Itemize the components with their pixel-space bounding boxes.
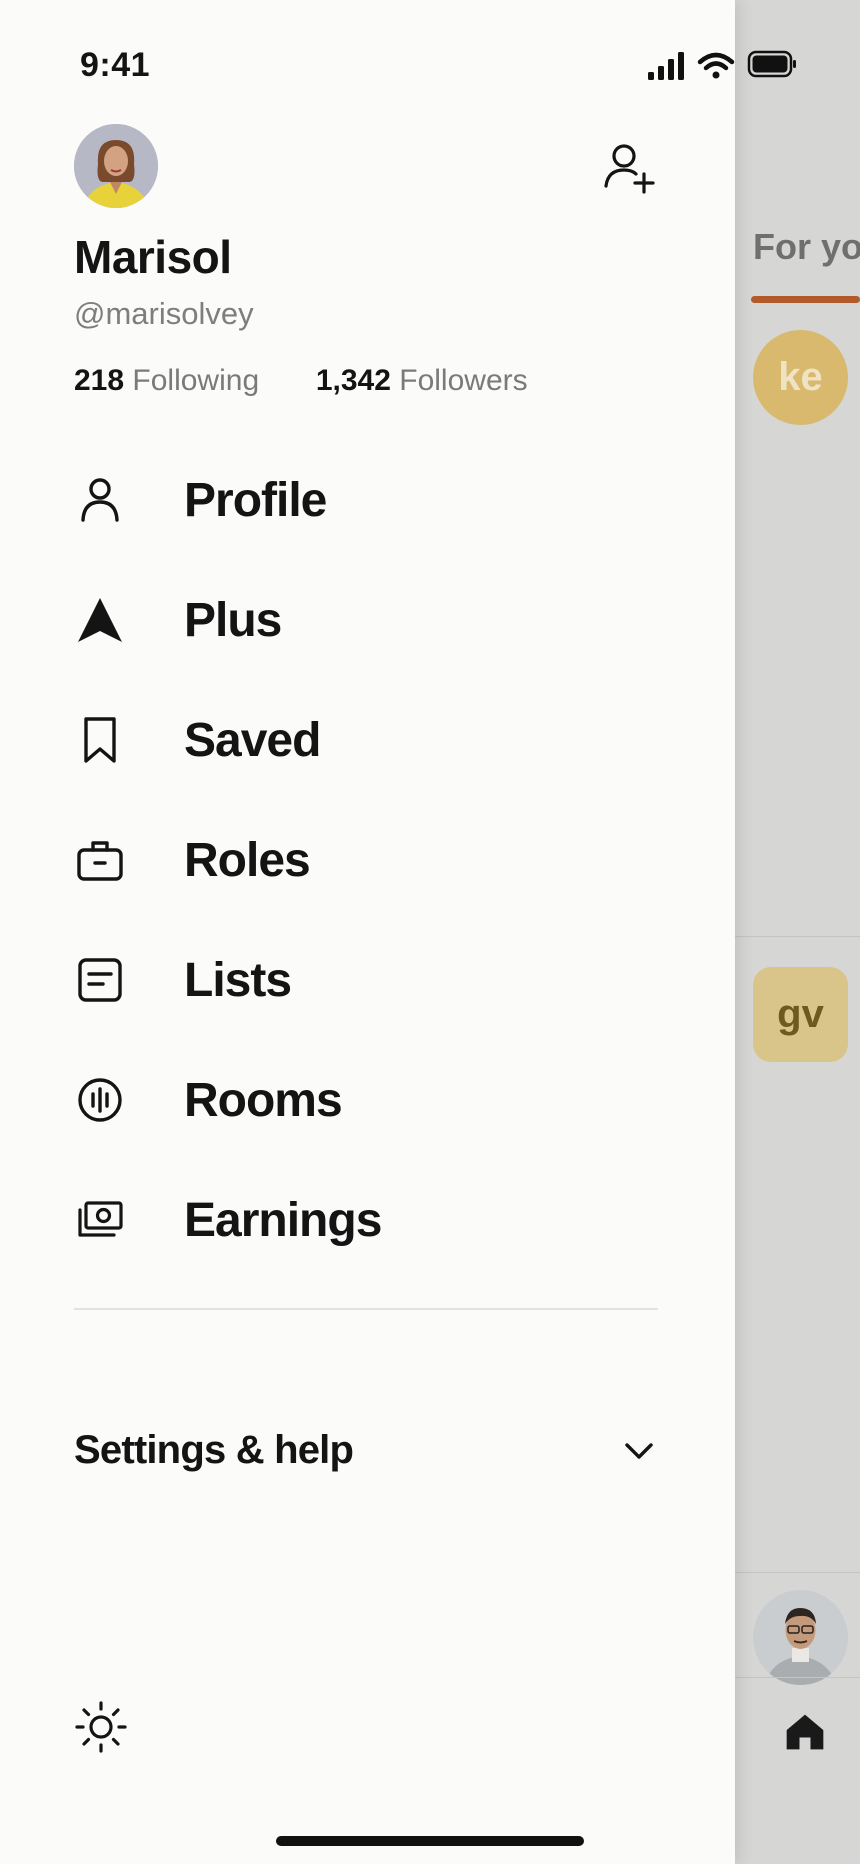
signal-icon	[648, 50, 796, 80]
status-icons	[648, 48, 798, 84]
sun-icon[interactable]	[74, 1700, 128, 1754]
bg-tab-underline	[751, 296, 860, 303]
arrow-icon	[76, 596, 124, 644]
bookmark-icon	[76, 716, 124, 764]
bg-divider	[735, 936, 860, 937]
menu-divider	[74, 1308, 658, 1310]
status-time: 9:41	[80, 46, 151, 84]
settings-and-help-toggle[interactable]: Settings & help	[74, 1420, 660, 1480]
screen: For yo ke gv 9:41 Marisol @marisolvey 21…	[0, 0, 860, 1864]
account-avatar[interactable]	[74, 124, 158, 208]
settings-and-help-label: Settings & help	[74, 1427, 354, 1472]
rooms-icon	[76, 1076, 124, 1124]
menu-label-lists: Lists	[184, 953, 292, 1007]
add-account-icon[interactable]	[600, 140, 656, 196]
navigation-drawer: 9:41 Marisol @marisolvey 218 Following 1…	[0, 0, 796, 1864]
user-handle: @marisolvey	[74, 296, 254, 331]
menu-item-profile[interactable]: Profile	[0, 440, 735, 560]
briefcase-icon	[76, 836, 124, 884]
menu-item-earnings[interactable]: Earnings	[0, 1160, 735, 1280]
background-timeline	[735, 0, 860, 1864]
followers-link[interactable]: 1,342 Followers	[316, 364, 528, 397]
home-icon[interactable]	[783, 1710, 827, 1754]
following-count: 218	[74, 364, 125, 397]
menu-item-plus[interactable]: Plus	[0, 560, 735, 680]
menu-label-saved: Saved	[184, 713, 321, 767]
bg-user-avatar[interactable]	[753, 1590, 848, 1685]
list-icon	[76, 956, 124, 1004]
chevron-down-icon	[622, 1434, 656, 1468]
menu-item-rooms[interactable]: Rooms	[0, 1040, 735, 1160]
followers-count: 1,342	[315, 364, 391, 397]
bg-avatar-gv[interactable]: gv	[753, 967, 848, 1062]
menu-label-roles: Roles	[184, 833, 311, 887]
bg-tab-for-you[interactable]: For yo	[753, 226, 860, 268]
follow-stats: 218 Following 1,342 Followers	[74, 364, 528, 398]
following-label: Following	[132, 364, 260, 397]
menu-label-profile: Profile	[184, 473, 327, 527]
bg-avatar-ke[interactable]: ke	[753, 330, 848, 425]
display-name[interactable]: Marisol	[74, 230, 232, 284]
menu-item-lists[interactable]: Lists	[0, 920, 735, 1040]
menu-label-rooms: Rooms	[184, 1073, 343, 1127]
money-icon	[76, 1196, 124, 1244]
menu-item-roles[interactable]: Roles	[0, 800, 735, 920]
followers-label: Followers	[399, 364, 528, 397]
drawer-menu: Profile Plus Saved Roles Lists Rooms Ear…	[0, 440, 735, 1280]
menu-item-saved[interactable]: Saved	[0, 680, 735, 800]
menu-label-earnings: Earnings	[184, 1193, 382, 1247]
person-icon	[76, 476, 124, 524]
bg-divider	[735, 1572, 860, 1573]
bg-divider	[735, 1677, 860, 1678]
home-indicator[interactable]	[276, 1836, 584, 1846]
following-link[interactable]: 218 Following	[74, 364, 267, 397]
menu-label-plus: Plus	[184, 593, 282, 647]
